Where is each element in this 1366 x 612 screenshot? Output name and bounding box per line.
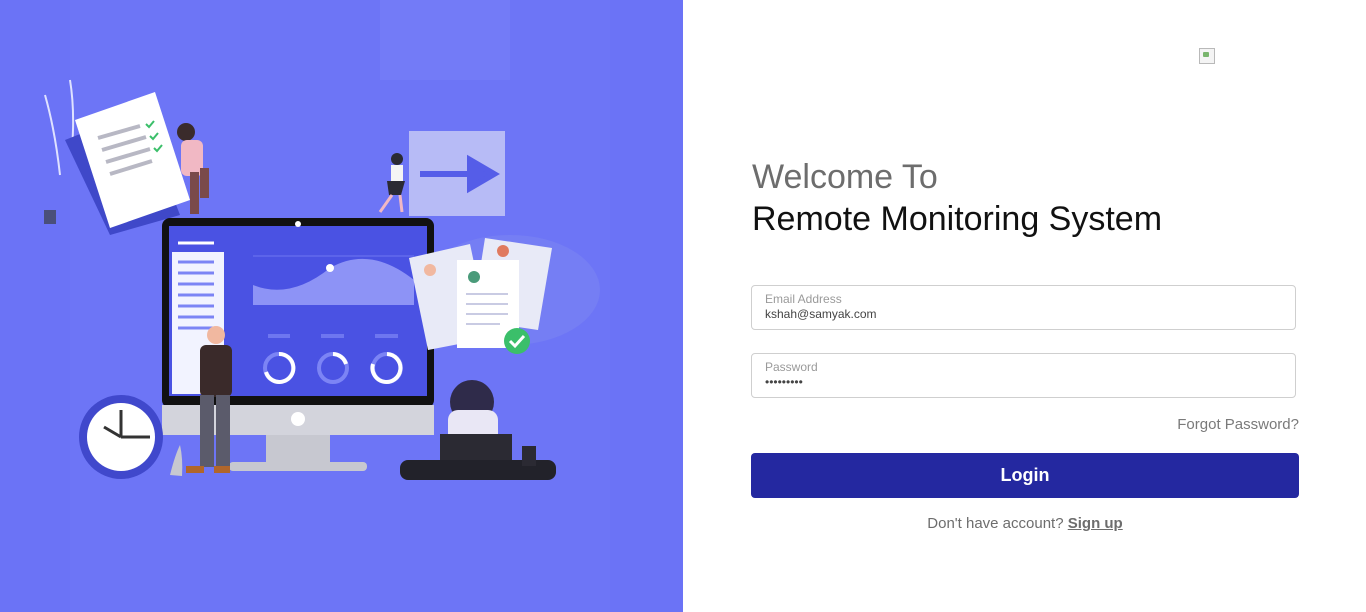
email-field[interactable]: Email Address kshah@samyak.com (751, 285, 1296, 330)
arrow-card (409, 131, 505, 216)
broken-image-icon (1199, 48, 1215, 64)
system-title: Remote Monitoring System (752, 200, 1163, 238)
password-value[interactable]: ••••••••• (765, 375, 803, 389)
plant-leaves-left (44, 79, 75, 176)
clock-icon (79, 395, 163, 479)
email-value[interactable]: kshah@samyak.com (765, 307, 877, 321)
signup-row: Don't have account? Sign up (751, 515, 1299, 532)
login-panel: Welcome To Remote Monitoring System Emai… (683, 0, 1366, 612)
hero-panel (0, 0, 683, 612)
welcome-heading: Welcome To (752, 158, 938, 196)
hero-illustration (44, 0, 610, 612)
small-pot (44, 210, 56, 224)
password-label: Password (765, 360, 818, 374)
password-field[interactable]: Password ••••••••• (751, 353, 1296, 398)
forgot-password-link[interactable]: Forgot Password? (1177, 416, 1299, 433)
email-label: Email Address (765, 292, 842, 306)
login-button[interactable]: Login (751, 453, 1299, 498)
signup-link[interactable]: Sign up (1068, 515, 1123, 532)
signup-prompt: Don't have account? (927, 515, 1068, 532)
